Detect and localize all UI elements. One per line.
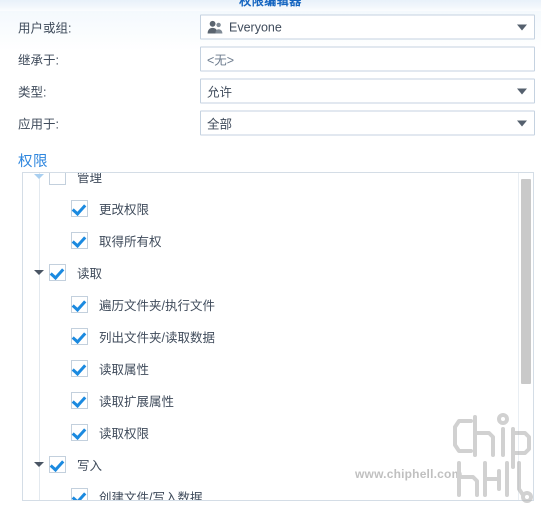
permission-label: 管理 <box>77 173 103 185</box>
form-row: 应用于: 全部 <box>0 107 541 139</box>
permission-tree-row[interactable]: 取得所有权 <box>23 224 520 256</box>
form-row: 继承于: <无> <box>0 43 541 75</box>
permission-tree-row[interactable]: 读取权限 <box>23 416 520 448</box>
users-icon <box>207 19 223 35</box>
permission-tree-row[interactable]: 遍历文件夹/执行文件 <box>23 288 520 320</box>
form-row-input[interactable]: <无> <box>200 46 535 72</box>
permission-checkbox[interactable] <box>71 423 88 441</box>
permission-checkbox[interactable] <box>71 487 88 500</box>
window-title: 权限编辑器 <box>239 0 302 8</box>
permission-label: 取得所有权 <box>99 234 162 249</box>
form-row-value: 允许 <box>207 85 233 100</box>
permission-tree-row[interactable]: 写入 <box>23 448 520 480</box>
permission-checkbox[interactable] <box>71 391 88 409</box>
form-row-value: 全部 <box>207 117 233 132</box>
permission-tree-row[interactable]: 管理 <box>23 173 520 192</box>
permission-label: 列出文件夹/读取数据 <box>99 330 215 345</box>
permission-label: 创建文件/写入数据 <box>99 490 203 501</box>
permission-checkbox[interactable] <box>71 327 88 345</box>
permission-label: 写入 <box>77 458 103 473</box>
form-row-value: Everyone <box>229 20 282 34</box>
form-row-label: 应用于: <box>18 117 59 132</box>
chevron-down-icon[interactable] <box>31 173 47 184</box>
permission-tree-row[interactable]: 读取扩展属性 <box>23 384 520 416</box>
window-titlebar: 权限编辑器 <box>0 0 541 11</box>
tree-scrollbar-thumb[interactable] <box>521 179 531 384</box>
chevron-down-icon[interactable] <box>517 24 527 30</box>
tree-scrollbar[interactable] <box>518 173 533 500</box>
permission-checkbox[interactable] <box>49 173 66 185</box>
permission-label: 读取权限 <box>99 426 150 441</box>
permission-checkbox[interactable] <box>49 263 66 281</box>
chevron-down-icon[interactable] <box>31 264 47 280</box>
permission-editor-window: 权限编辑器 用户或组: Everyone 继承于: <无> 类型: 允许应用于: 全部 权限… <box>0 0 541 511</box>
permissions-tree-panel: 管理更改权限取得所有权读取遍历文件夹/执行文件 列出文件夹/读取数据 读取属性读取扩… <box>22 172 534 501</box>
permission-tree-row[interactable]: 更改权限 <box>23 192 520 224</box>
permissions-heading: 权限 <box>18 154 48 170</box>
chevron-down-icon[interactable] <box>517 88 527 94</box>
permission-tree-row[interactable]: 读取属性 <box>23 352 520 384</box>
permission-checkbox[interactable] <box>49 455 66 473</box>
permission-tree-row[interactable]: 列出文件夹/读取数据 <box>23 320 520 352</box>
chevron-down-icon[interactable] <box>517 120 527 126</box>
permission-label: 更改权限 <box>99 202 150 217</box>
permissions-tree-scroll-area: 管理更改权限取得所有权读取遍历文件夹/执行文件 列出文件夹/读取数据 读取属性读取扩… <box>23 173 520 500</box>
permission-checkbox[interactable] <box>71 295 88 313</box>
form-row-value: <无> <box>207 53 235 68</box>
form-row-label: 继承于: <box>18 53 59 68</box>
form-row-dropdown[interactable]: 允许 <box>200 78 535 104</box>
form-row-label: 类型: <box>18 85 47 100</box>
permission-checkbox[interactable] <box>71 199 88 217</box>
permissions-tree: 管理更改权限取得所有权读取遍历文件夹/执行文件 列出文件夹/读取数据 读取属性读取扩… <box>23 173 520 500</box>
form-row-dropdown[interactable]: 全部 <box>200 110 535 136</box>
permission-checkbox[interactable] <box>71 359 88 377</box>
permission-label: 遍历文件夹/执行文件 <box>99 298 215 313</box>
chevron-down-icon[interactable] <box>31 456 47 472</box>
attribute-form: 用户或组: Everyone 继承于: <无> 类型: 允许应用于: 全部 <box>0 11 541 139</box>
form-row-dropdown[interactable]: Everyone <box>200 14 535 40</box>
form-row-label: 用户或组: <box>18 21 72 36</box>
permission-tree-row[interactable]: 读取 <box>23 256 520 288</box>
permission-label: 读取属性 <box>99 362 150 377</box>
permission-label: 读取扩展属性 <box>99 394 175 409</box>
permission-label: 读取 <box>77 266 103 281</box>
form-row: 用户或组: Everyone <box>0 11 541 43</box>
permission-tree-row[interactable]: 创建文件/写入数据 <box>23 480 520 500</box>
form-row: 类型: 允许 <box>0 75 541 107</box>
permission-checkbox[interactable] <box>71 231 88 249</box>
